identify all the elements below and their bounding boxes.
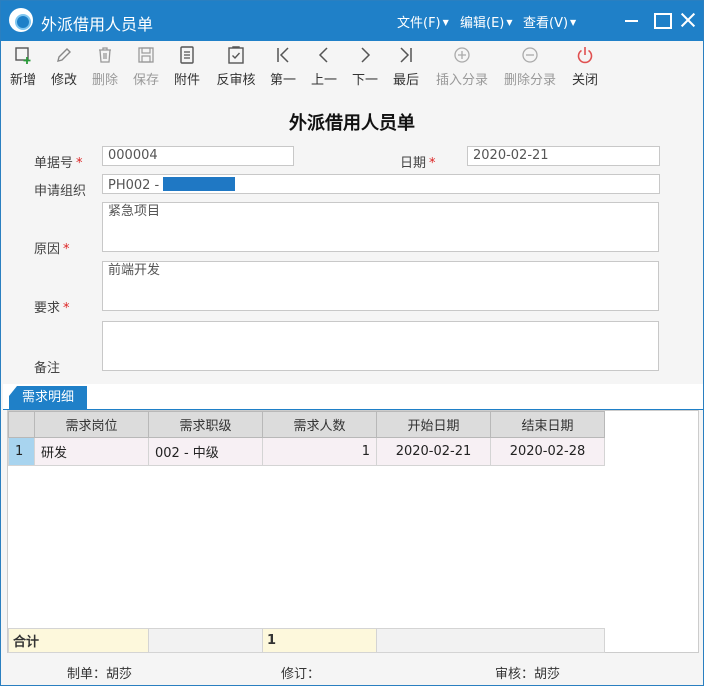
date-label: 日期 * — [400, 156, 436, 171]
org-label: 申请组织 — [34, 184, 87, 199]
plus-circle-icon — [452, 45, 472, 65]
org-field[interactable]: PH002 - — [102, 174, 660, 194]
power-icon — [575, 45, 595, 65]
trash-icon — [95, 45, 115, 65]
delete-entry-button[interactable]: 删除分录 — [501, 45, 559, 91]
last-record-icon — [396, 45, 416, 65]
menu-file[interactable]: 文件(F) ▼ — [397, 12, 449, 31]
close-button[interactable]: 关闭 — [569, 45, 601, 91]
audit-check-icon — [226, 45, 246, 65]
minimize-button[interactable] — [621, 9, 643, 31]
floppy-icon — [136, 45, 156, 65]
attachment-button[interactable]: 附件 — [171, 45, 203, 91]
prev-button[interactable]: 上一 — [308, 45, 340, 91]
new-button[interactable]: 新增 — [7, 45, 39, 91]
detail-table: 需求岗位 需求职级 需求人数 开始日期 结束日期 1 研发 002 - 中级 1… — [8, 411, 605, 466]
header-start-date[interactable]: 开始日期 — [376, 411, 491, 438]
header-level[interactable]: 需求职级 — [148, 411, 263, 438]
close-window-button[interactable] — [677, 9, 699, 31]
tab-demand-detail[interactable]: 需求明细 — [9, 386, 87, 410]
grid-header: 需求岗位 需求职级 需求人数 开始日期 结束日期 — [8, 411, 605, 438]
maximize-button[interactable] — [651, 9, 673, 31]
title-bar: 外派借用人员单 文件(F) ▼ 编辑(E) ▼ 查看(V) ▼ — [1, 1, 703, 41]
totals-row: 合计 1 — [8, 628, 605, 653]
doc-no-field[interactable]: 000004 — [102, 146, 294, 166]
delete-button[interactable]: 删除 — [89, 45, 121, 91]
chevron-left-icon — [314, 45, 334, 65]
cell-start-date[interactable]: 2020-02-21 — [376, 437, 491, 466]
total-level — [148, 628, 263, 653]
caret-down-icon: ▼ — [506, 18, 513, 27]
next-button[interactable]: 下一 — [349, 45, 381, 91]
chevron-right-icon — [355, 45, 375, 65]
last-button[interactable]: 最后 — [390, 45, 422, 91]
requirement-field[interactable]: 前端开发 — [102, 261, 659, 311]
total-dates — [376, 628, 605, 653]
insert-entry-button[interactable]: 插入分录 — [433, 45, 491, 91]
menu-edit[interactable]: 编辑(E) ▼ — [460, 12, 513, 31]
save-button[interactable]: 保存 — [130, 45, 162, 91]
first-button[interactable]: 第一 — [267, 45, 299, 91]
header-position[interactable]: 需求岗位 — [34, 411, 149, 438]
reason-field[interactable]: 紧急项目 — [102, 202, 659, 252]
date-field[interactable]: 2020-02-21 — [467, 146, 660, 166]
toolbar: 新增 修改 删除 保存 附件 反审核 第一 上一 下一 最后 插入分录 删除分录… — [1, 41, 703, 93]
pencil-icon — [54, 45, 74, 65]
caret-down-icon: ▼ — [570, 18, 577, 27]
cell-position[interactable]: 研发 — [34, 437, 149, 466]
new-doc-icon — [13, 45, 33, 65]
maker-info: 制单：胡莎 — [67, 667, 133, 682]
reason-label: 原因 * — [34, 242, 70, 257]
first-record-icon — [273, 45, 293, 65]
caret-down-icon: ▼ — [442, 18, 449, 27]
header-count[interactable]: 需求人数 — [262, 411, 377, 438]
edit-button[interactable]: 修改 — [48, 45, 80, 91]
total-count: 1 — [262, 628, 377, 653]
window-title: 外派借用人员单 — [41, 15, 154, 34]
header-end-date[interactable]: 结束日期 — [490, 411, 605, 438]
menu-view[interactable]: 查看(V) ▼ — [523, 12, 576, 31]
detail-grid: 需求岗位 需求职级 需求人数 开始日期 结束日期 1 研发 002 - 中级 1… — [7, 410, 699, 653]
remark-label: 备注 — [34, 361, 61, 376]
cell-level[interactable]: 002 - 中级 — [148, 437, 263, 466]
unaudit-button[interactable]: 反审核 — [214, 45, 258, 91]
app-logo-icon — [9, 8, 33, 32]
total-label: 合计 — [8, 628, 149, 653]
redacted-block — [163, 177, 236, 191]
app-window: 外派借用人员单 文件(F) ▼ 编辑(E) ▼ 查看(V) ▼ 新增 修改 删除 保存… — [0, 0, 704, 686]
table-row[interactable]: 1 研发 002 - 中级 1 2020-02-21 2020-02-28 — [8, 437, 605, 466]
header-rownum — [8, 411, 35, 438]
form-heading: 外派借用人员单 — [289, 113, 415, 134]
doc-no-label: 单据号 * — [34, 156, 83, 171]
revision-info: 修订： — [281, 667, 321, 682]
cell-end-date[interactable]: 2020-02-28 — [490, 437, 605, 466]
document-icon — [177, 45, 197, 65]
tab-strip: 需求明细 — [3, 384, 703, 410]
minus-circle-icon — [520, 45, 540, 65]
requirement-label: 要求 * — [34, 301, 70, 316]
remark-field[interactable] — [102, 321, 659, 371]
cell-count[interactable]: 1 — [262, 437, 377, 466]
row-number: 1 — [8, 437, 35, 466]
auditor-info: 审核：胡莎 — [495, 667, 561, 682]
